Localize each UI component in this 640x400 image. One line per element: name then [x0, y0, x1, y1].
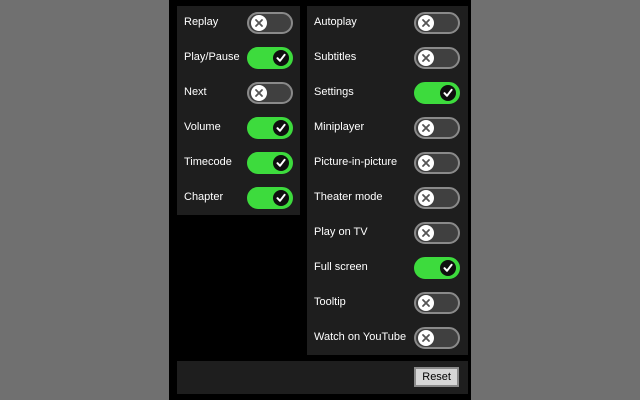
- settings-toggle[interactable]: [414, 82, 460, 104]
- footer-bar: Reset: [177, 361, 468, 394]
- setting-row-tooltip: Tooltip: [307, 286, 468, 321]
- timecode-toggle[interactable]: [247, 152, 293, 174]
- setting-label: Theater mode: [314, 191, 383, 203]
- check-icon: [273, 120, 289, 136]
- setting-label: Chapter: [184, 191, 224, 203]
- play-on-tv-toggle[interactable]: [414, 222, 460, 244]
- setting-row-watch-on-youtube: Watch on YouTube: [307, 321, 468, 356]
- x-icon: [418, 120, 434, 136]
- replay-toggle[interactable]: [247, 12, 293, 34]
- autoplay-toggle[interactable]: [414, 12, 460, 34]
- setting-label: Volume: [184, 121, 221, 133]
- setting-label: Tooltip: [314, 296, 346, 308]
- x-icon: [418, 225, 434, 241]
- setting-label: Timecode: [184, 156, 232, 168]
- setting-row-subtitles: Subtitles: [307, 41, 468, 76]
- x-icon: [418, 190, 434, 206]
- setting-label: Play/Pause: [184, 51, 240, 63]
- setting-label: Watch on YouTube: [314, 331, 407, 343]
- theater-mode-toggle[interactable]: [414, 187, 460, 209]
- play-pause-toggle[interactable]: [247, 47, 293, 69]
- setting-row-next: Next: [177, 76, 300, 111]
- setting-label: Replay: [184, 16, 219, 28]
- x-icon: [418, 15, 434, 31]
- check-icon: [440, 85, 456, 101]
- settings-popup: Replay Play/Pause Next Volume Timecode Chapte…: [169, 0, 471, 400]
- setting-label: Settings: [314, 86, 354, 98]
- x-icon: [418, 155, 434, 171]
- setting-row-full-screen: Full screen: [307, 251, 468, 286]
- next-toggle[interactable]: [247, 82, 293, 104]
- check-icon: [440, 260, 456, 276]
- full-screen-toggle[interactable]: [414, 257, 460, 279]
- chapter-toggle[interactable]: [247, 187, 293, 209]
- setting-row-autoplay: Autoplay: [307, 6, 468, 41]
- setting-label: Miniplayer: [314, 121, 365, 133]
- setting-row-theater-mode: Theater mode: [307, 181, 468, 216]
- x-icon: [251, 85, 267, 101]
- x-icon: [418, 295, 434, 311]
- watch-on-youtube-toggle[interactable]: [414, 327, 460, 349]
- setting-label: Picture-in-picture: [314, 156, 398, 168]
- setting-row-chapter: Chapter: [177, 181, 300, 216]
- setting-row-timecode: Timecode: [177, 146, 300, 181]
- x-icon: [418, 330, 434, 346]
- volume-toggle[interactable]: [247, 117, 293, 139]
- setting-label: Full screen: [314, 261, 368, 273]
- miniplayer-toggle[interactable]: [414, 117, 460, 139]
- picture-in-picture-toggle[interactable]: [414, 152, 460, 174]
- setting-row-miniplayer: Miniplayer: [307, 111, 468, 146]
- setting-row-picture-in-picture: Picture-in-picture: [307, 146, 468, 181]
- check-icon: [273, 155, 289, 171]
- setting-label: Next: [184, 86, 207, 98]
- x-icon: [418, 50, 434, 66]
- check-icon: [273, 190, 289, 206]
- setting-label: Subtitles: [314, 51, 357, 63]
- left-settings-column: Replay Play/Pause Next Volume Timecode Chapte…: [177, 6, 300, 215]
- setting-label: Play on TV: [314, 226, 368, 238]
- setting-row-play-on-tv: Play on TV: [307, 216, 468, 251]
- setting-row-volume: Volume: [177, 111, 300, 146]
- tooltip-toggle[interactable]: [414, 292, 460, 314]
- right-settings-column: Autoplay Subtitles Settings Miniplayer Pictu…: [307, 6, 468, 355]
- setting-row-settings: Settings: [307, 76, 468, 111]
- setting-row-replay: Replay: [177, 6, 300, 41]
- subtitles-toggle[interactable]: [414, 47, 460, 69]
- check-icon: [273, 50, 289, 66]
- x-icon: [251, 15, 267, 31]
- setting-label: Autoplay: [314, 16, 357, 28]
- reset-button[interactable]: Reset: [414, 367, 459, 387]
- setting-row-play-pause: Play/Pause: [177, 41, 300, 76]
